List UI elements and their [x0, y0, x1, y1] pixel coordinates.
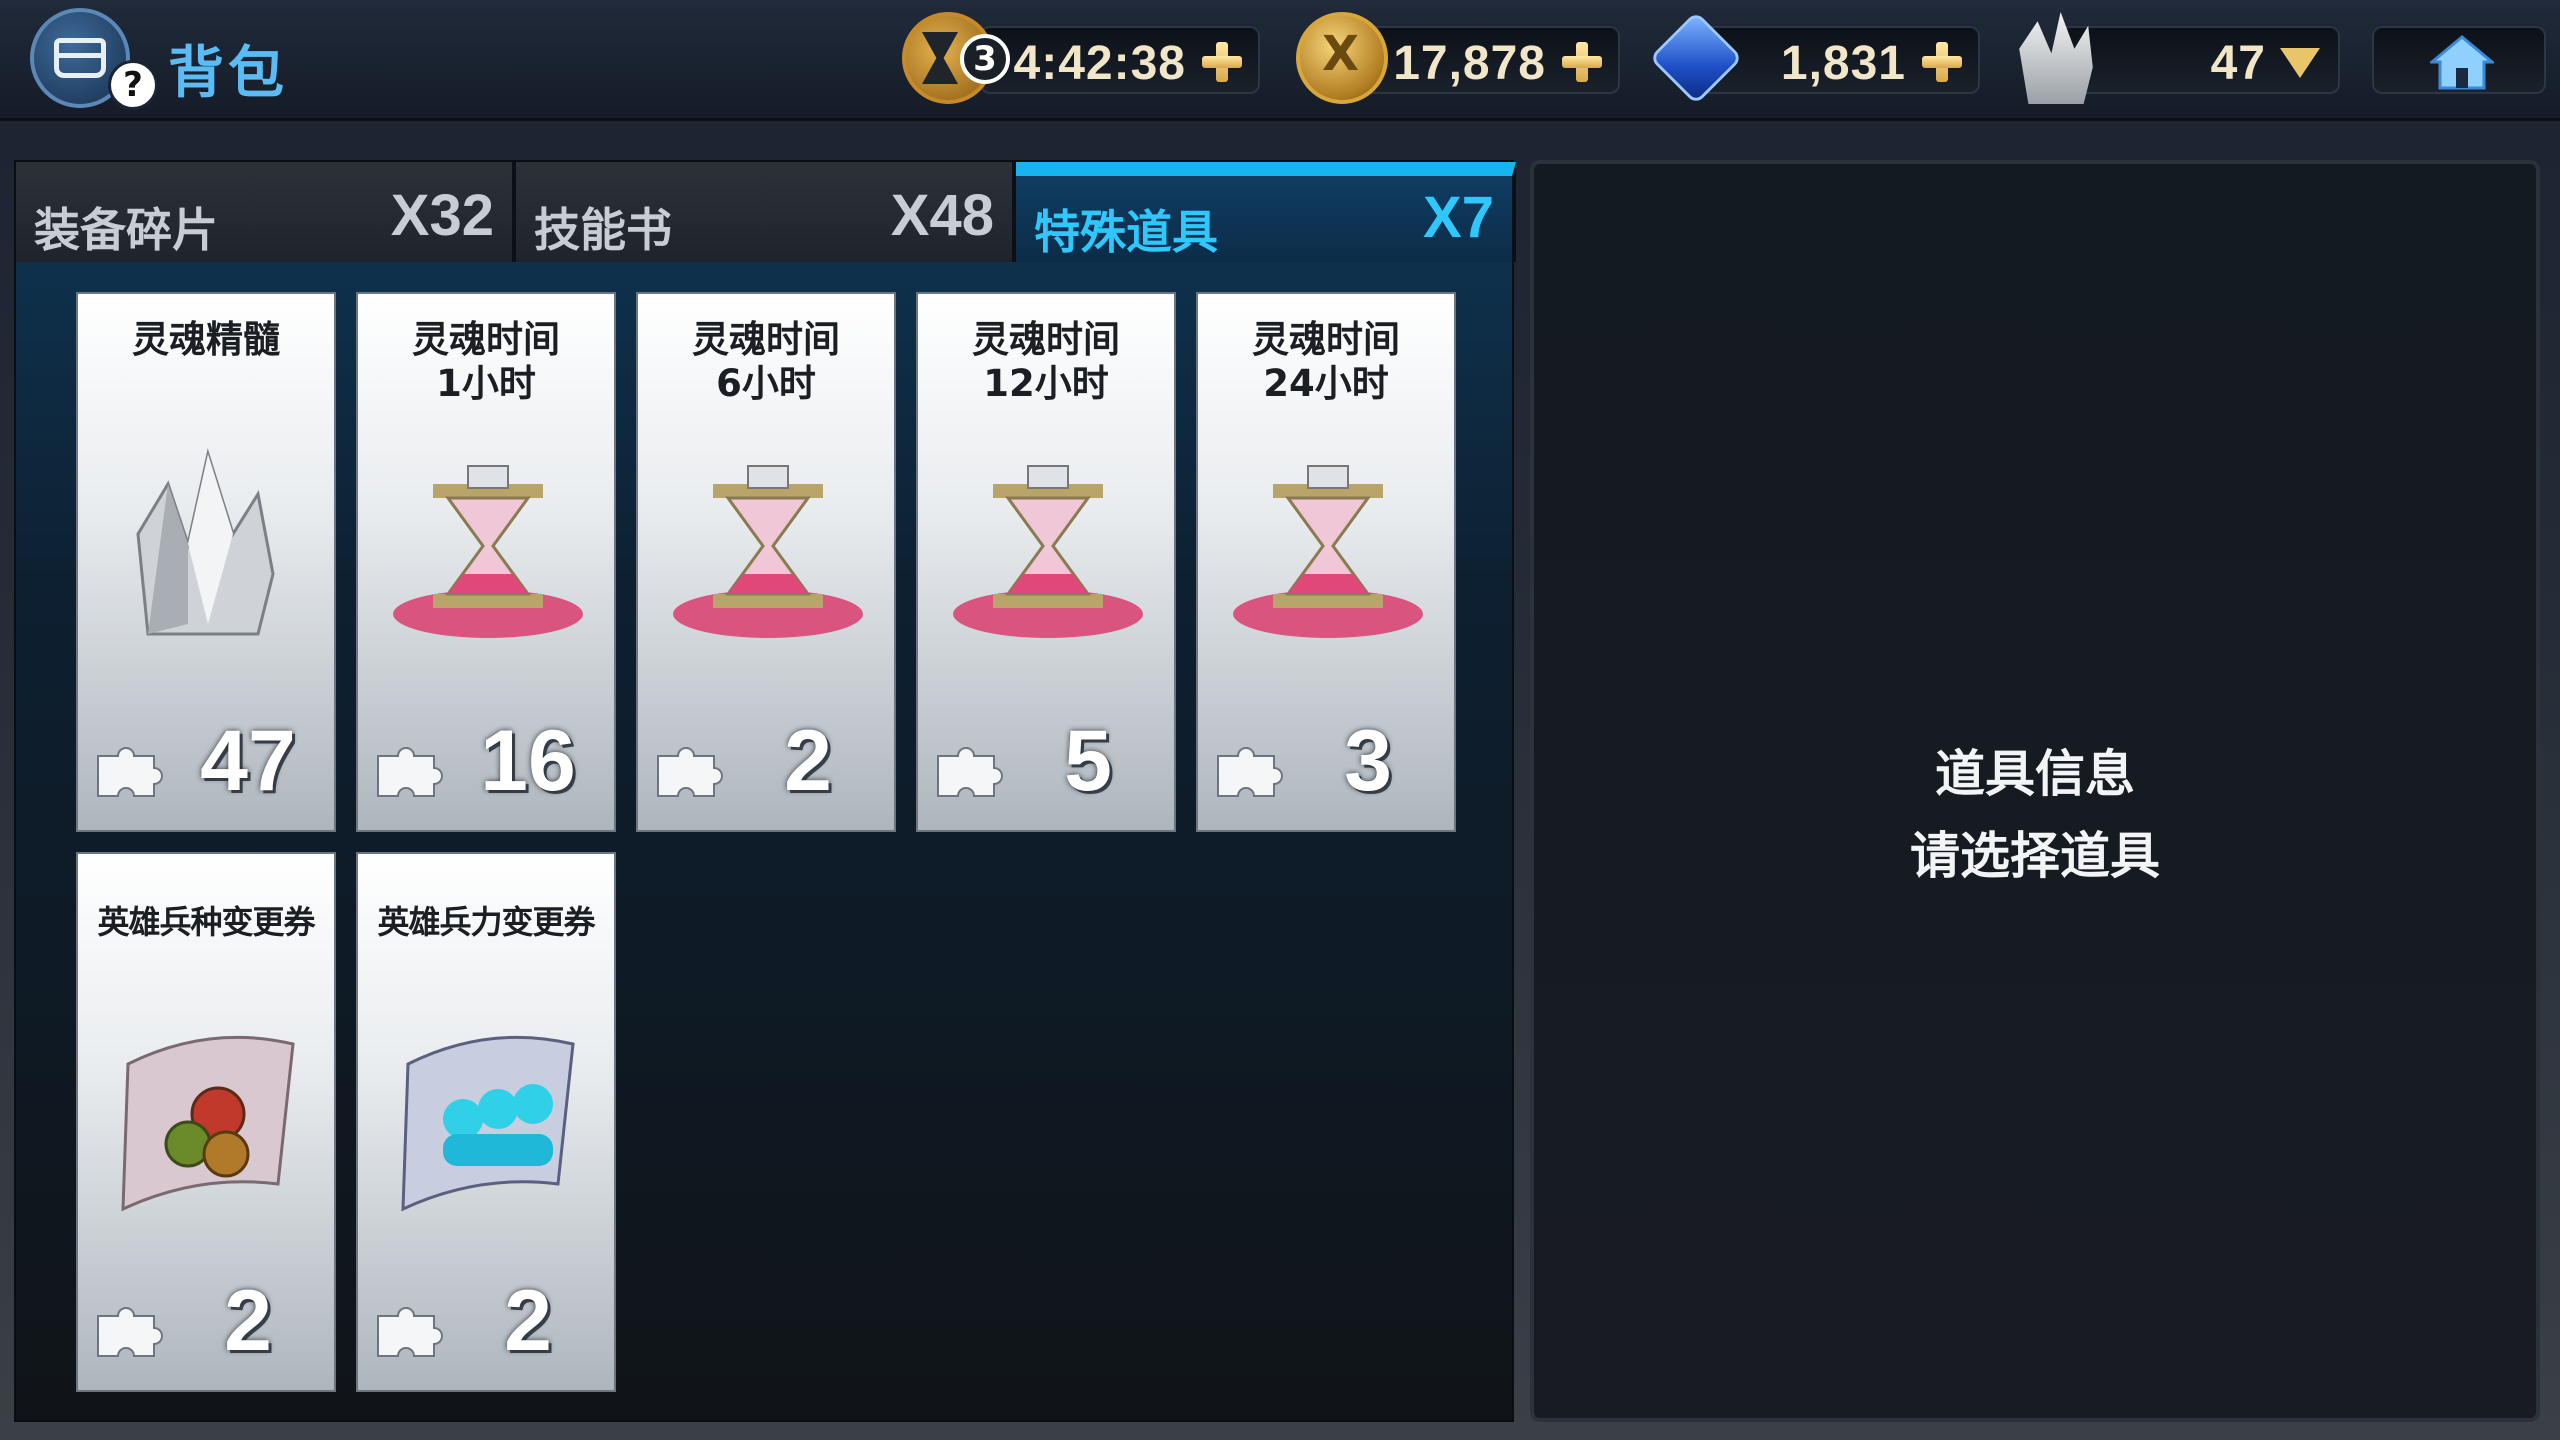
help-icon[interactable]: ? — [108, 60, 158, 110]
page-title: 背包 — [168, 41, 288, 106]
timer-pill: 4:42:38 — [980, 26, 1260, 94]
hourglass-icon — [393, 465, 583, 638]
item-card-troop-type-change[interactable]: 英雄兵种变更券 2 — [76, 852, 336, 1392]
item-count: 2 — [504, 1273, 552, 1369]
puzzle-piece-icon — [377, 1307, 443, 1357]
inventory-panel: 装备碎片 X32 技能书 X48 特殊道具 X7 灵魂精髓 47 灵魂时间 1小… — [14, 160, 1516, 1422]
troop-type-scroll-icon — [121, 1035, 295, 1212]
top-bar: ? 背包 4:42:38 3 17,878 X 1,831 47 — [0, 0, 2560, 121]
item-info-title: 道具信息 — [1935, 745, 2135, 803]
puzzle-piece-icon — [1217, 747, 1283, 797]
gems-pill: 1,831 — [1700, 26, 1980, 94]
item-info-panel: 道具信息 请选择道具 — [1530, 160, 2540, 1422]
tab-label: 特殊道具 — [1034, 205, 1218, 259]
tab-skill-books[interactable]: 技能书 X48 — [516, 162, 1016, 262]
item-card-soul-time-1h[interactable]: 灵魂时间 1小时 16 — [356, 292, 616, 832]
item-name: 灵魂时间 1小时 — [412, 318, 560, 405]
gold-coin-icon: X — [1296, 12, 1388, 104]
item-card-troop-power-change[interactable]: 英雄兵力变更券 2 — [356, 852, 616, 1392]
item-count: 3 — [1344, 713, 1392, 809]
add-gems-button[interactable] — [1920, 40, 1964, 84]
item-count: 5 — [1064, 713, 1112, 809]
tab-count: X7 — [1423, 185, 1494, 250]
item-name: 灵魂时间 24小时 — [1252, 318, 1400, 405]
troop-power-scroll-icon — [401, 1035, 575, 1212]
tab-count: X48 — [890, 183, 994, 248]
puzzle-piece-icon — [97, 1307, 163, 1357]
soul-essence-value: 47 — [2210, 37, 2266, 90]
item-card-soul-time-24h[interactable]: 灵魂时间 24小时 3 — [1196, 292, 1456, 832]
add-gold-button[interactable] — [1560, 40, 1604, 84]
hourglass-icon — [953, 465, 1143, 638]
hourglass-icon — [1233, 465, 1423, 638]
gems-value: 1,831 — [1780, 37, 1906, 90]
timer-count-badge: 3 — [960, 34, 1010, 84]
tab-count: X32 — [390, 183, 494, 248]
select-item-hint: 请选择道具 — [1910, 827, 2160, 885]
item-card-soul-time-6h[interactable]: 灵魂时间 6小时 2 — [636, 292, 896, 832]
item-card-soul-time-12h[interactable]: 灵魂时间 12小时 5 — [916, 292, 1176, 832]
item-name: 灵魂时间 12小时 — [972, 318, 1120, 405]
puzzle-piece-icon — [937, 747, 1003, 797]
tab-label: 装备碎片 — [34, 203, 218, 257]
home-icon — [2430, 35, 2494, 90]
item-card-soul-essence[interactable]: 灵魂精髓 47 — [76, 292, 336, 832]
tab-special-items[interactable]: 特殊道具 X7 — [1016, 162, 1516, 262]
tab-label: 技能书 — [534, 203, 672, 257]
soul-essence-pill: 47 — [2060, 26, 2340, 94]
tab-equipment-fragments[interactable]: 装备碎片 X32 — [16, 162, 516, 262]
item-name: 灵魂时间 6小时 — [692, 318, 840, 405]
puzzle-piece-icon — [97, 747, 163, 797]
item-count: 47 — [200, 713, 296, 809]
item-count: 16 — [480, 713, 576, 809]
soul-crystal-icon — [136, 448, 275, 636]
add-time-button[interactable] — [1200, 40, 1244, 84]
gold-value: 17,878 — [1393, 37, 1546, 90]
item-name: 英雄兵力变更券 — [377, 903, 595, 941]
timer-value: 4:42:38 — [1013, 37, 1186, 90]
item-name: 英雄兵种变更券 — [97, 903, 315, 941]
item-count: 2 — [224, 1273, 272, 1369]
home-button[interactable] — [2372, 26, 2546, 94]
puzzle-piece-icon — [657, 747, 723, 797]
item-name: 灵魂精髓 — [132, 318, 280, 361]
item-count: 2 — [784, 713, 832, 809]
puzzle-piece-icon — [377, 747, 443, 797]
hourglass-icon — [673, 465, 863, 638]
dropdown-arrow-icon[interactable] — [2280, 48, 2320, 78]
